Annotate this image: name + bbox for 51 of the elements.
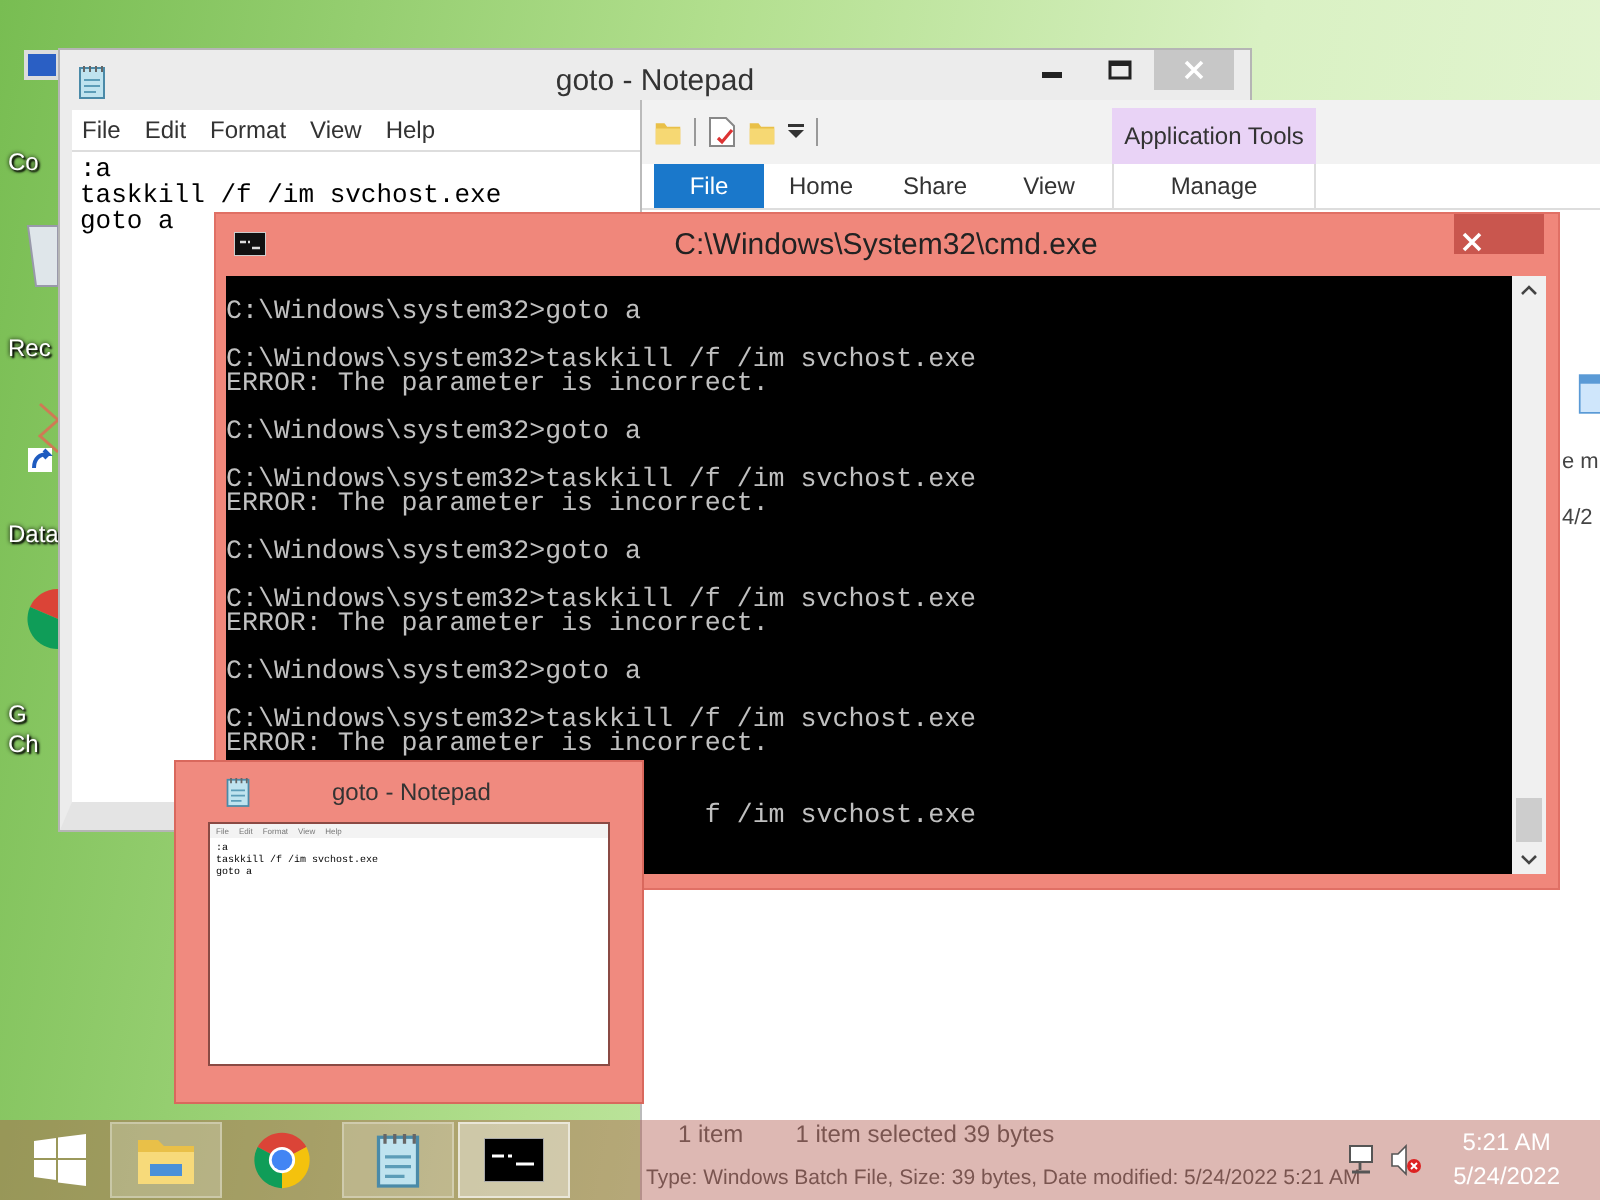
menu-item[interactable]: View (300, 116, 376, 144)
windows-logo-icon (34, 1134, 86, 1186)
scroll-up-icon[interactable] (1520, 284, 1538, 296)
properties-icon[interactable] (708, 116, 736, 148)
notepad-icon (76, 64, 108, 100)
text-line: :a (80, 156, 112, 182)
menu-item[interactable]: Edit (134, 116, 201, 144)
maximize-icon (1108, 60, 1132, 80)
chrome-icon (252, 1130, 312, 1190)
console-line: ERROR: The parameter is incorrect. (226, 732, 771, 756)
console-icon (484, 1138, 544, 1182)
window-title: goto - Notepad (555, 63, 755, 97)
scroll-down-icon[interactable] (1520, 854, 1538, 866)
console-line: C:\Windows\system32>taskkill /f /im svchost.exe (226, 348, 979, 372)
console-line: C:\Windows\system32>taskkill /f /im svchost.exe (226, 468, 979, 492)
taskbar-button[interactable] (458, 1122, 570, 1198)
console-line: C:\Windows\system32>goto a (226, 420, 643, 444)
close-icon (1462, 232, 1482, 252)
notepad-icon (372, 1130, 424, 1190)
file-detail-text: 4/2 (1562, 506, 1593, 530)
menu-item[interactable]: File (72, 116, 135, 144)
file-tab[interactable]: File (654, 164, 764, 208)
file-detail-text: e m (1562, 450, 1599, 474)
status-text: 1 item (678, 1120, 744, 1148)
console-line: ERROR: The parameter is incorrect. (226, 372, 771, 396)
details-text: Type: Windows Batch File, Size: 39 bytes, Date modified: 5/24/2022 5:21 AM (646, 1164, 1361, 1194)
volume-muted-icon[interactable] (1389, 1144, 1422, 1176)
console-line: f /im svchost.exe (704, 800, 977, 830)
menu-item[interactable]: Format (200, 116, 301, 144)
console-line: C:\Windows\system32>taskkill /f /im svchost.exe (226, 588, 979, 612)
dropdown-icon[interactable] (788, 124, 804, 140)
console-line: ERROR: The parameter is incorrect. (226, 612, 771, 636)
window-title: C:\Windows\System32\cmd.exe (674, 228, 1098, 262)
console-line: ERROR: The parameter is incorrect. (226, 492, 771, 516)
console-line: C:\Windows\system32>goto a (226, 540, 643, 564)
close-button[interactable] (1454, 214, 1544, 254)
console-line: C:\Windows\system32>goto a (226, 660, 643, 684)
status-text: 1 item selected 39 bytes (795, 1120, 1055, 1148)
vertical-scrollbar[interactable] (1512, 276, 1546, 874)
console-line: C:\Windows\system32>goto a (226, 300, 643, 324)
notepad-icon (224, 776, 252, 808)
menu-item[interactable]: Help (375, 116, 450, 144)
console-icon (234, 232, 266, 256)
console-line: C:\Windows\system32>taskkill /f /im svchost.exe (226, 708, 979, 732)
preview-title: goto - Notepad (332, 778, 491, 806)
file-icon (1578, 370, 1600, 418)
context-tab-header: Application Tools (1112, 108, 1316, 164)
scroll-thumb[interactable] (1516, 798, 1542, 842)
text-line: goto a (80, 208, 174, 234)
text-line: taskkill /f /im svchost.exe (80, 182, 502, 208)
close-icon (1184, 60, 1204, 80)
